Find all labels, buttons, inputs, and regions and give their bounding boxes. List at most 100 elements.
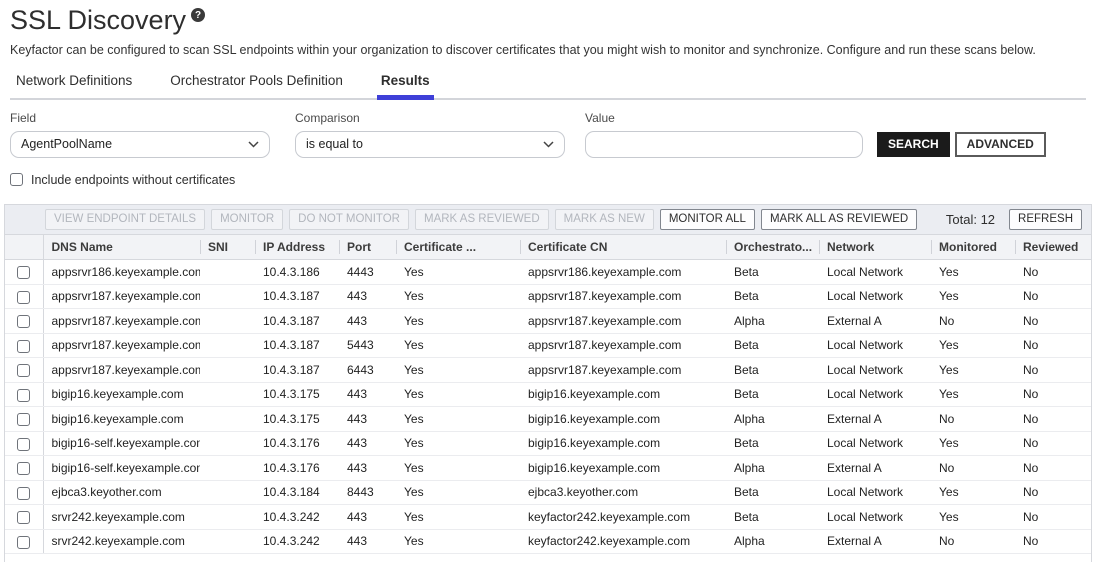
toolbar-right: Total: 12 REFRESH bbox=[946, 209, 1082, 230]
column-header-certificate[interactable]: Certificate ... bbox=[396, 235, 520, 260]
row-checkbox[interactable] bbox=[17, 266, 30, 279]
cell-certificate-cn: bigip16.keyexample.com bbox=[520, 407, 726, 432]
column-header-reviewed[interactable]: Reviewed bbox=[1015, 235, 1091, 260]
column-header-monitored[interactable]: Monitored bbox=[931, 235, 1015, 260]
cell-orchestrator: Beta bbox=[726, 284, 819, 309]
total-count: Total: 12 bbox=[946, 212, 995, 227]
cell-monitored: No bbox=[931, 309, 1015, 334]
cell-certificate: Yes bbox=[396, 480, 520, 505]
value-group: Value bbox=[585, 111, 863, 158]
row-checkbox[interactable] bbox=[17, 340, 30, 353]
row-checkbox[interactable] bbox=[17, 413, 30, 426]
comparison-select[interactable]: is equal to bbox=[295, 131, 565, 158]
cell-dns-name: appsrvr187.keyexample.com bbox=[43, 333, 200, 358]
do-not-monitor-button[interactable]: DO NOT MONITOR bbox=[289, 209, 409, 230]
cell-port: 8443 bbox=[339, 480, 396, 505]
row-checkbox[interactable] bbox=[17, 462, 30, 475]
row-checkbox[interactable] bbox=[17, 438, 30, 451]
monitor-all-button[interactable]: MONITOR ALL bbox=[660, 209, 755, 230]
mark-all-as-reviewed-button[interactable]: MARK ALL AS REVIEWED bbox=[761, 209, 917, 230]
row-checkbox[interactable] bbox=[17, 511, 30, 524]
cell-reviewed: No bbox=[1015, 456, 1091, 481]
table-body: appsrvr186.keyexample.com10.4.3.1864443Y… bbox=[5, 260, 1091, 554]
page-description: Keyfactor can be configured to scan SSL … bbox=[10, 43, 1086, 57]
cell-certificate: Yes bbox=[396, 358, 520, 383]
mark-as-new-button[interactable]: MARK AS NEW bbox=[555, 209, 654, 230]
cell-sni bbox=[200, 284, 255, 309]
row-checkbox-cell bbox=[5, 407, 43, 432]
column-header-sni[interactable]: SNI bbox=[200, 235, 255, 260]
help-icon[interactable]: ? bbox=[191, 8, 205, 22]
cell-port: 443 bbox=[339, 505, 396, 530]
table-row[interactable]: srvr242.keyexample.com10.4.3.242443Yeske… bbox=[5, 529, 1091, 554]
table-row[interactable]: appsrvr187.keyexample.com10.4.3.1876443Y… bbox=[5, 358, 1091, 383]
table-row[interactable]: appsrvr186.keyexample.com10.4.3.1864443Y… bbox=[5, 260, 1091, 285]
table-row[interactable]: bigip16-self.keyexample.com10.4.3.176443… bbox=[5, 431, 1091, 456]
cell-port: 443 bbox=[339, 529, 396, 554]
row-checkbox-cell bbox=[5, 260, 43, 285]
row-checkbox[interactable] bbox=[17, 389, 30, 402]
cell-reviewed: No bbox=[1015, 309, 1091, 334]
cell-monitored: Yes bbox=[931, 382, 1015, 407]
cell-certificate-cn: bigip16.keyexample.com bbox=[520, 382, 726, 407]
field-select-value: AgentPoolName bbox=[21, 137, 112, 151]
table-row[interactable]: bigip16.keyexample.com10.4.3.175443Yesbi… bbox=[5, 407, 1091, 432]
row-checkbox[interactable] bbox=[17, 315, 30, 328]
cell-certificate: Yes bbox=[396, 284, 520, 309]
table-row[interactable]: bigip16-self.keyexample.com10.4.3.176443… bbox=[5, 456, 1091, 481]
cell-certificate: Yes bbox=[396, 431, 520, 456]
cell-orchestrator: Beta bbox=[726, 260, 819, 285]
column-header-port[interactable]: Port bbox=[339, 235, 396, 260]
row-checkbox[interactable] bbox=[17, 291, 30, 304]
search-button[interactable]: SEARCH bbox=[877, 132, 950, 157]
comparison-label: Comparison bbox=[295, 111, 565, 125]
include-endpoints-checkbox-row[interactable]: Include endpoints without certificates bbox=[10, 173, 235, 187]
mark-as-reviewed-button[interactable]: MARK AS REVIEWED bbox=[415, 209, 549, 230]
cell-orchestrator: Alpha bbox=[726, 529, 819, 554]
chevron-down-icon bbox=[543, 137, 554, 151]
field-select[interactable]: AgentPoolName bbox=[10, 131, 270, 158]
column-header-orchestrator[interactable]: Orchestrato... bbox=[726, 235, 819, 260]
toolbar-buttons: VIEW ENDPOINT DETAILS MONITOR DO NOT MONIT… bbox=[45, 209, 917, 230]
cell-monitored: Yes bbox=[931, 333, 1015, 358]
cell-certificate: Yes bbox=[396, 407, 520, 432]
advanced-button[interactable]: ADVANCED bbox=[955, 132, 1046, 157]
row-checkbox[interactable] bbox=[17, 536, 30, 549]
column-header-dns-name[interactable]: DNS Name bbox=[43, 235, 200, 260]
cell-monitored: No bbox=[931, 456, 1015, 481]
column-header-network[interactable]: Network bbox=[819, 235, 931, 260]
table-row[interactable]: appsrvr187.keyexample.com10.4.3.1875443Y… bbox=[5, 333, 1091, 358]
cell-dns-name: appsrvr187.keyexample.com bbox=[43, 309, 200, 334]
column-header-certificate-cn[interactable]: Certificate CN bbox=[520, 235, 726, 260]
tab-results[interactable]: Results bbox=[377, 73, 434, 100]
cell-network: External A bbox=[819, 407, 931, 432]
cell-port: 443 bbox=[339, 431, 396, 456]
monitor-button[interactable]: MONITOR bbox=[211, 209, 283, 230]
cell-port: 4443 bbox=[339, 260, 396, 285]
row-checkbox-cell bbox=[5, 382, 43, 407]
cell-orchestrator: Beta bbox=[726, 505, 819, 530]
cell-sni bbox=[200, 529, 255, 554]
cell-certificate-cn: appsrvr187.keyexample.com bbox=[520, 333, 726, 358]
table-row[interactable]: srvr242.keyexample.com10.4.3.242443Yeske… bbox=[5, 505, 1091, 530]
view-endpoint-details-button[interactable]: VIEW ENDPOINT DETAILS bbox=[45, 209, 205, 230]
tab-network-definitions[interactable]: Network Definitions bbox=[12, 73, 136, 100]
table-row[interactable]: ejbca3.keyother.com10.4.3.1848443Yesejbc… bbox=[5, 480, 1091, 505]
table-row[interactable]: appsrvr187.keyexample.com10.4.3.187443Ye… bbox=[5, 309, 1091, 334]
results-table-container: VIEW ENDPOINT DETAILS MONITOR DO NOT MONIT… bbox=[4, 204, 1092, 562]
include-endpoints-checkbox[interactable] bbox=[10, 173, 23, 186]
tab-bar: Network Definitions Orchestrator Pools De… bbox=[10, 73, 1086, 100]
row-checkbox[interactable] bbox=[17, 487, 30, 500]
table-row[interactable]: appsrvr187.keyexample.com10.4.3.187443Ye… bbox=[5, 284, 1091, 309]
column-header-ip-address[interactable]: IP Address bbox=[255, 235, 339, 260]
cell-certificate: Yes bbox=[396, 505, 520, 530]
refresh-button[interactable]: REFRESH bbox=[1009, 209, 1082, 230]
row-checkbox[interactable] bbox=[17, 364, 30, 377]
table-row[interactable]: bigip16.keyexample.com10.4.3.175443Yesbi… bbox=[5, 382, 1091, 407]
cell-certificate-cn: appsrvr186.keyexample.com bbox=[520, 260, 726, 285]
value-input[interactable] bbox=[585, 131, 863, 158]
tab-orchestrator-pools-definition[interactable]: Orchestrator Pools Definition bbox=[166, 73, 347, 100]
cell-ip-address: 10.4.3.187 bbox=[255, 358, 339, 383]
cell-monitored: No bbox=[931, 407, 1015, 432]
row-checkbox-cell bbox=[5, 333, 43, 358]
